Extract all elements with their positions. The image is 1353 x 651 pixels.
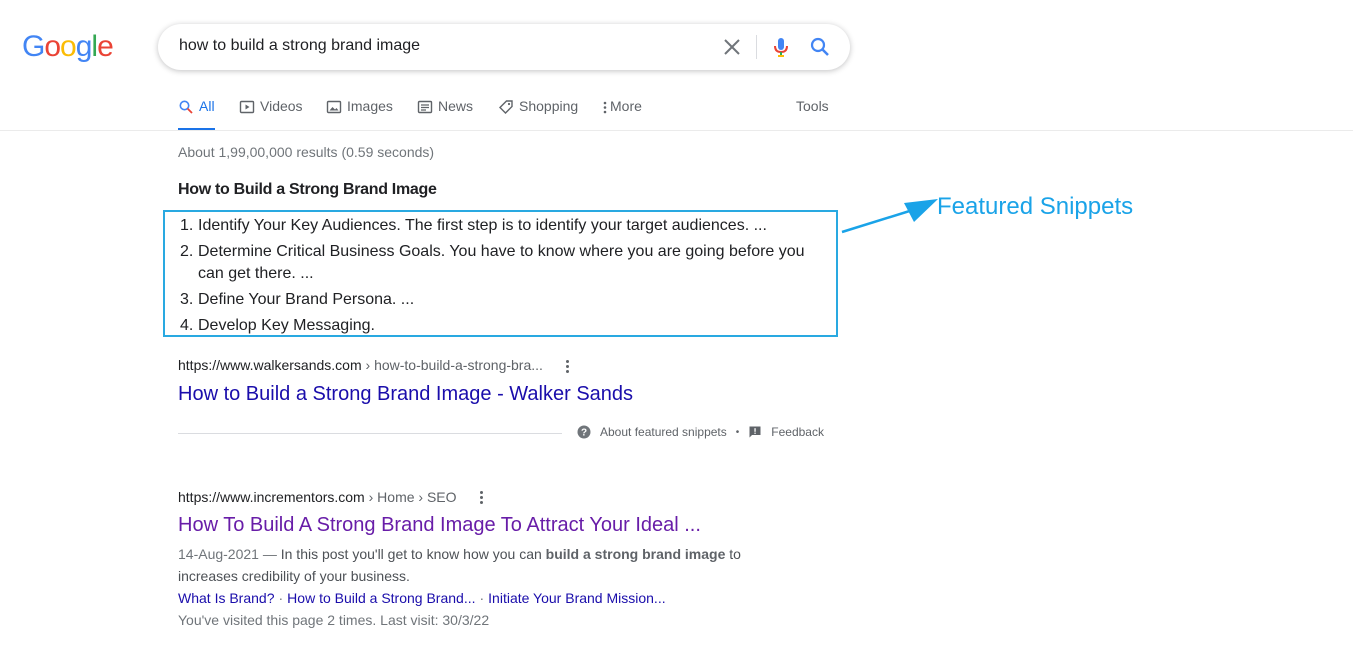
feedback-link[interactable]: Feedback: [771, 425, 824, 439]
list-item: 3. Define Your Brand Persona. ...: [180, 289, 820, 311]
result-url[interactable]: https://www.incrementors.com › Home › SE…: [178, 489, 457, 505]
list-text: Identify Your Key Audiences. The first s…: [198, 217, 767, 234]
logo-letter: o: [44, 30, 61, 63]
header-divider: [0, 130, 1353, 131]
tab-label: Videos: [260, 98, 303, 114]
logo-letter: G: [22, 30, 45, 63]
logo-letter: e: [97, 30, 114, 63]
tools-button[interactable]: Tools: [796, 98, 829, 114]
search-box[interactable]: how to build a strong brand image: [158, 24, 850, 70]
google-logo[interactable]: Google: [22, 30, 114, 64]
footer-separator: •: [735, 426, 740, 438]
search-divider: [756, 35, 757, 59]
featured-snippet-heading: How to Build a Strong Brand Image: [178, 181, 437, 198]
list-text: Develop Key Messaging.: [198, 317, 375, 334]
logo-letter: o: [60, 30, 77, 63]
tab-more[interactable]: More: [602, 98, 642, 130]
annotation-label: Featured Snippets: [937, 193, 1134, 220]
tab-images[interactable]: Images: [326, 98, 393, 130]
tab-label: More: [610, 98, 642, 114]
microphone-icon[interactable]: [769, 35, 793, 59]
tab-all[interactable]: All: [178, 98, 215, 131]
result-menu-icon[interactable]: [566, 360, 570, 374]
sitelink-separator: ·: [479, 590, 485, 606]
list-number: 2.: [180, 243, 194, 260]
result-title-link[interactable]: How To Build A Strong Brand Image To Att…: [178, 514, 701, 537]
image-icon: [326, 100, 342, 114]
about-featured-snippets-link[interactable]: About featured snippets: [600, 425, 727, 439]
search-input[interactable]: how to build a strong brand image: [179, 37, 420, 55]
kebab-icon: [603, 101, 607, 114]
search-icon[interactable]: [808, 35, 832, 59]
url-domain: https://www.incrementors.com: [178, 489, 365, 505]
featured-snippet-divider: [178, 433, 562, 434]
featured-snippet-list: 1. Identify Your Key Audiences. The first…: [180, 215, 820, 341]
tab-news[interactable]: News: [417, 98, 473, 130]
logo-letter: g: [75, 30, 93, 63]
tab-label: News: [438, 98, 474, 114]
result-url[interactable]: https://www.walkersands.com › how-to-bui…: [178, 357, 543, 373]
feedback-icon: [749, 426, 761, 438]
tag-icon: [499, 100, 513, 114]
visited-note: You've visited this page 2 times. Last v…: [178, 612, 490, 628]
search-icon: [179, 100, 193, 114]
annotation-arrow-icon: [841, 199, 938, 234]
play-icon: [239, 100, 255, 114]
help-icon: ?: [577, 425, 591, 439]
result-snippet: 14-Aug-2021 — In this post you'll get to…: [178, 543, 758, 587]
snippet-bold: build a strong brand image: [545, 546, 726, 562]
list-item: 2. Determine Critical Business Goals. You…: [180, 241, 820, 285]
tab-label: Images: [347, 98, 393, 114]
url-path: › Home › SEO: [364, 489, 457, 505]
list-number: 4.: [180, 317, 194, 334]
news-icon: [417, 100, 433, 114]
list-number: 1.: [180, 217, 194, 234]
snippet-text: In this post you'll get to know how you …: [280, 546, 546, 562]
tab-shopping[interactable]: Shopping: [498, 98, 578, 130]
tab-videos[interactable]: Videos: [239, 98, 303, 130]
list-item: 4. Develop Key Messaging.: [180, 315, 820, 337]
close-icon[interactable]: [720, 35, 744, 59]
result-menu-icon[interactable]: [480, 491, 484, 505]
sitelink-separator: ·: [278, 590, 284, 606]
url-domain: https://www.walkersands.com: [178, 357, 362, 373]
list-text: Determine Critical Business Goals. You h…: [198, 243, 805, 282]
sitelink[interactable]: Initiate Your Brand Mission...: [488, 590, 665, 606]
result-date: 14-Aug-2021 —: [178, 546, 281, 562]
sitelinks: What Is Brand? · How to Build a Strong Bra…: [178, 587, 666, 609]
url-path: › how-to-build-a-strong-bra...: [361, 357, 543, 373]
sitelink[interactable]: How to Build a Strong Brand...: [287, 590, 475, 606]
featured-snippet-footer: ? About featured snippets • Feedback: [577, 425, 824, 439]
list-text: Define Your Brand Persona. ...: [198, 291, 415, 308]
list-number: 3.: [180, 291, 194, 308]
result-title-link[interactable]: How to Build a Strong Brand Image - Walk…: [178, 383, 633, 406]
tab-label: Shopping: [519, 98, 579, 114]
sitelink[interactable]: What Is Brand?: [178, 590, 275, 606]
svg-text:?: ?: [581, 428, 587, 439]
result-stats: About 1,99,00,000 results (0.59 seconds): [178, 144, 435, 160]
list-item: 1. Identify Your Key Audiences. The first…: [180, 215, 820, 237]
tab-label: All: [199, 98, 215, 114]
